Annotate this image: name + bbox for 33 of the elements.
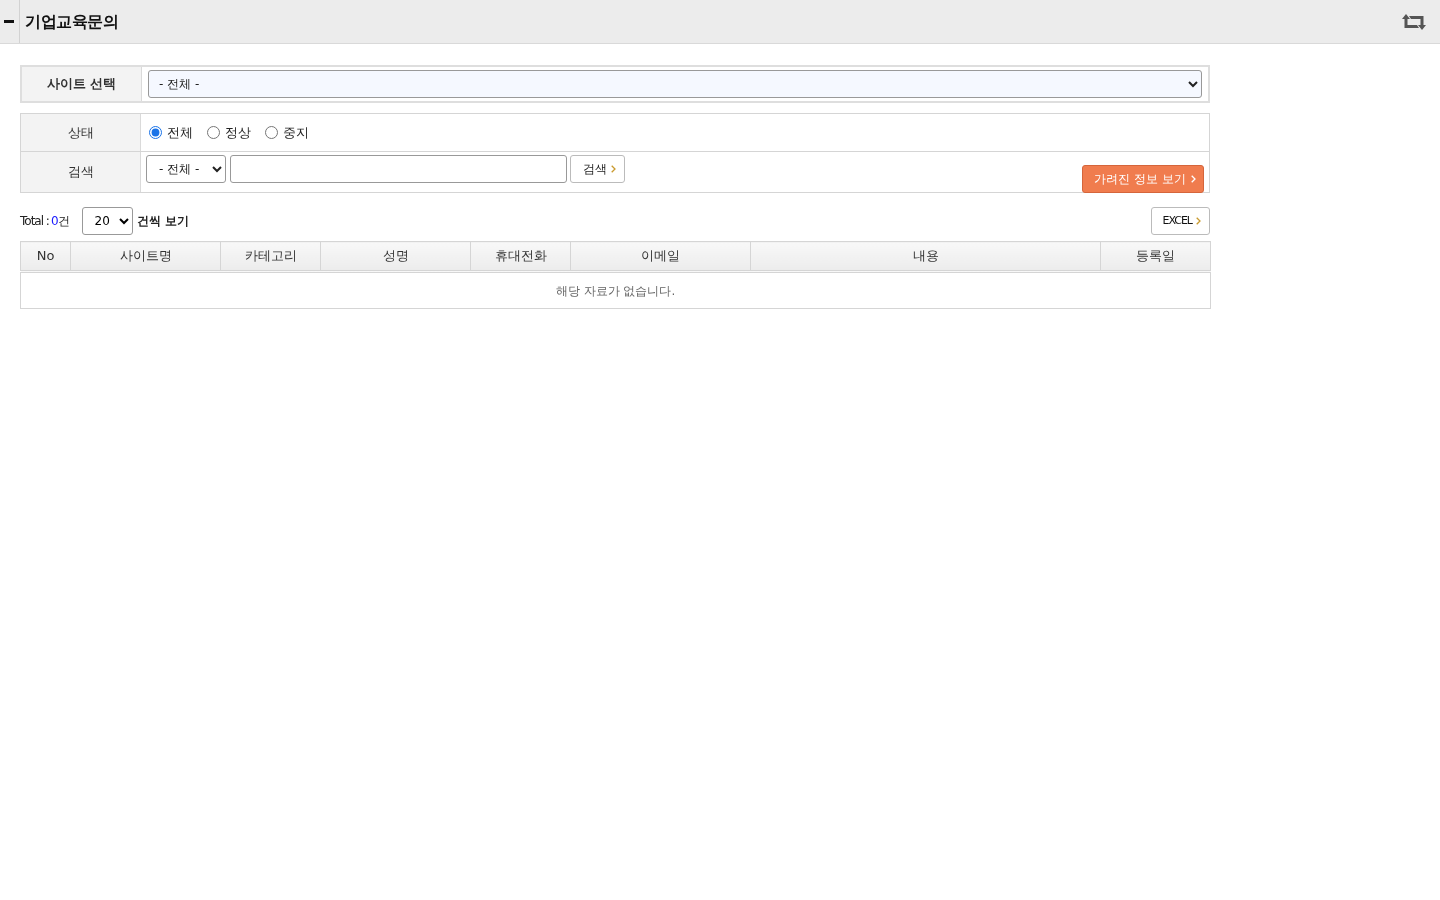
- total-label: Total :: [20, 213, 49, 230]
- excel-button[interactable]: EXCEL: [1150, 207, 1210, 235]
- radio-label[interactable]: 정상: [225, 122, 251, 143]
- column-header: 사이트명: [70, 241, 221, 272]
- empty-message: 해당 자료가 없습니다.: [20, 271, 1211, 309]
- page-title: 기업교육문의: [25, 10, 118, 33]
- search-input[interactable]: [230, 155, 567, 183]
- site-select-label: 사이트 선택: [46, 75, 117, 94]
- search-field-select[interactable]: - 전체 -: [146, 155, 226, 183]
- radio-button[interactable]: [265, 126, 278, 139]
- column-header: 성명: [320, 241, 471, 272]
- count-unit: 건: [57, 213, 70, 230]
- column-header: No: [20, 241, 71, 272]
- total-count: 0: [50, 213, 58, 230]
- column-header: 내용: [750, 241, 1101, 272]
- column-header: 카테고리: [220, 241, 321, 272]
- chevron-right-icon: [611, 165, 616, 173]
- chevron-right-icon: [1196, 217, 1201, 225]
- search-label: 검색: [67, 163, 94, 182]
- status-label: 상태: [67, 123, 94, 142]
- radio-button[interactable]: [149, 126, 162, 139]
- column-header: 휴대전화: [470, 241, 571, 272]
- page-size-label: 건씩 보기: [136, 213, 189, 230]
- page-size-select[interactable]: 20: [81, 207, 133, 235]
- chevron-right-icon: [1191, 175, 1196, 183]
- refresh-icon[interactable]: [1402, 13, 1426, 30]
- search-button[interactable]: 검색: [570, 155, 625, 183]
- column-header: 이메일: [570, 241, 751, 272]
- radio-label[interactable]: 전체: [167, 122, 193, 143]
- radio-label[interactable]: 중지: [283, 122, 309, 143]
- column-header: 등록일: [1100, 241, 1211, 272]
- radio-button[interactable]: [207, 126, 220, 139]
- site-select[interactable]: - 전체 -: [148, 70, 1202, 98]
